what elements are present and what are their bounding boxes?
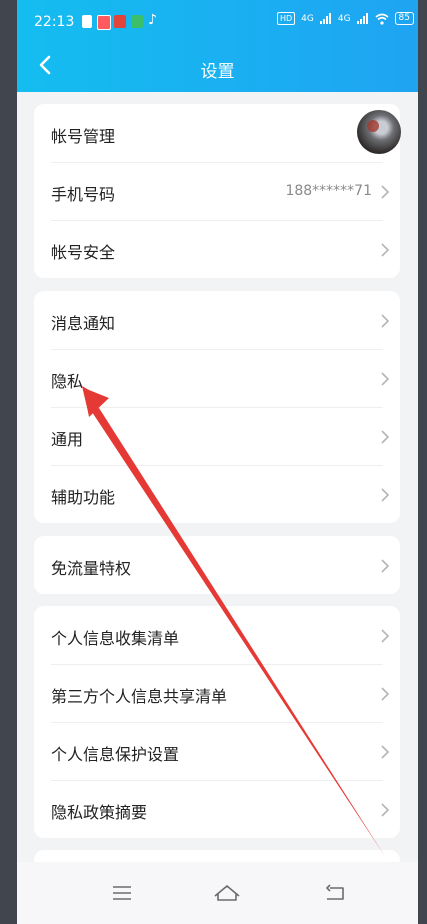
signal-icon bbox=[356, 13, 368, 24]
status-bar: 22:13 ♪ HD 4G 4G 85 bbox=[17, 0, 418, 44]
hd-badge: HD bbox=[276, 12, 296, 25]
status-time: 22:13 bbox=[34, 14, 75, 30]
row-label: 手机号码 bbox=[51, 185, 116, 204]
back-icon bbox=[326, 884, 344, 900]
chevron-right-icon bbox=[381, 430, 390, 444]
settings-row-notifications[interactable]: 消息通知 bbox=[34, 291, 400, 349]
page-title: 设置 bbox=[200, 62, 235, 82]
settings-row-third-party-sharing[interactable]: 第三方个人信息共享清单 bbox=[34, 664, 400, 722]
settings-row-account-security[interactable]: 帐号安全 bbox=[34, 220, 400, 278]
signal-2-label: 4G bbox=[337, 13, 351, 24]
chevron-right-icon bbox=[381, 745, 390, 759]
row-label: 免流量特权 bbox=[51, 559, 132, 578]
system-navigation-bar bbox=[17, 862, 418, 924]
signal-1-label: 4G bbox=[301, 13, 314, 24]
row-label: 隐私政策摘要 bbox=[51, 803, 148, 822]
row-label: 消息通知 bbox=[51, 314, 116, 333]
settings-row-accessibility[interactable]: 辅助功能 bbox=[34, 465, 400, 523]
tiktok-icon: ♪ bbox=[148, 12, 157, 28]
settings-row-free-data[interactable]: 免流量特权 bbox=[34, 536, 400, 594]
header-bar: 22:13 ♪ HD 4G 4G 85 设置 bbox=[17, 0, 418, 92]
chevron-right-icon bbox=[381, 559, 390, 573]
row-label: 帐号管理 bbox=[51, 127, 116, 146]
row-label: 辅助功能 bbox=[51, 488, 116, 507]
weibo-notification-icon bbox=[114, 15, 126, 28]
chevron-right-icon bbox=[381, 185, 390, 199]
personal-info-card: 个人信息收集清单 第三方个人信息共享清单 个人信息保护设置 隐私政策摘要 bbox=[34, 606, 400, 838]
settings-row-privacy[interactable]: 隐私 bbox=[34, 349, 400, 407]
chevron-right-icon bbox=[381, 629, 390, 643]
battery-indicator: 85 bbox=[394, 12, 414, 25]
row-label: 个人信息保护设置 bbox=[51, 745, 180, 764]
row-label: 个人信息收集清单 bbox=[51, 629, 180, 648]
chevron-right-icon bbox=[381, 314, 390, 328]
chevron-right-icon bbox=[381, 243, 390, 257]
chevron-right-icon bbox=[381, 803, 390, 817]
settings-row-privacy-summary[interactable]: 隐私政策摘要 bbox=[34, 780, 400, 838]
settings-row-info-collection[interactable]: 个人信息收集清单 bbox=[34, 606, 400, 664]
avatar[interactable] bbox=[357, 110, 401, 154]
menu-icon bbox=[113, 886, 131, 900]
chevron-right-icon bbox=[381, 488, 390, 502]
chevron-right-icon bbox=[381, 687, 390, 701]
general-settings-card: 消息通知 隐私 通用 辅助功能 bbox=[34, 291, 400, 523]
nav-home-button[interactable] bbox=[212, 880, 240, 906]
settings-row-general[interactable]: 通用 bbox=[34, 407, 400, 465]
chevron-right-icon bbox=[381, 372, 390, 386]
app-notification-icon bbox=[97, 15, 111, 30]
account-settings-card: 帐号管理 手机号码 188******71 帐号安全 bbox=[34, 104, 401, 278]
row-label: 隐私 bbox=[51, 372, 84, 391]
app-notification-icon bbox=[131, 15, 143, 28]
row-label: 帐号安全 bbox=[51, 243, 116, 262]
phone-screen: 22:13 ♪ HD 4G 4G 85 设置 帐号管理 手机号码 188****… bbox=[17, 0, 418, 924]
notification-icon bbox=[82, 15, 92, 28]
wifi-icon bbox=[375, 13, 389, 25]
nav-back-button[interactable] bbox=[321, 880, 349, 906]
home-icon bbox=[214, 885, 240, 901]
signal-icon bbox=[319, 13, 331, 24]
phone-number-value: 188******71 bbox=[285, 183, 372, 199]
nav-menu-button[interactable] bbox=[108, 880, 136, 906]
data-privilege-card: 免流量特权 bbox=[34, 536, 400, 594]
settings-row-phone-number[interactable]: 手机号码 188******71 bbox=[34, 162, 400, 220]
settings-row-info-protection[interactable]: 个人信息保护设置 bbox=[34, 722, 400, 780]
row-label: 第三方个人信息共享清单 bbox=[51, 687, 228, 706]
row-label: 通用 bbox=[51, 430, 84, 449]
settings-row-account-management[interactable]: 帐号管理 bbox=[34, 104, 401, 162]
